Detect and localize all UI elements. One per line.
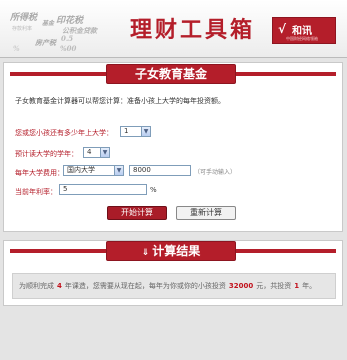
study-years-value: 4 [87, 148, 92, 156]
result-box: 为顺利完成 4 年课造，您需要从现在起，每年为你或你的小孩投资 32000 元，共投资 1… [12, 273, 336, 299]
watermark-text: 存款利率 [12, 26, 33, 32]
annual-cost-label: 每年大学费用： [15, 169, 64, 177]
interest-rate-label: 当前年利率： [15, 188, 57, 196]
logo-mark-icon: √ [278, 22, 287, 36]
years-to-college-label: 您或您小孩还有多少年上大学： [15, 129, 113, 137]
university-type-value: 国内大学 [67, 166, 95, 174]
calculator-panel: 子女教育基金 子女教育基金计算器可以帮您计算：准备小孩上大学的每年投资额。 您或… [3, 62, 343, 232]
calculator-tab: 子女教育基金 [106, 64, 236, 84]
result-text: 年课造，您需要从现在起，每年为你或你的小孩投资 [64, 282, 226, 290]
percent-unit: % [150, 186, 157, 194]
watermark-text: 基金 [42, 20, 55, 27]
reset-calculation-button[interactable]: 重新计算 [176, 206, 236, 220]
hexun-logo[interactable]: √ 和讯 中国财经网络领袖 [272, 17, 336, 44]
result-years: 4 [57, 282, 62, 290]
result-text: 元，共投资 [256, 282, 292, 290]
result-panel: ⇓ 计算结果 为顺利完成 4 年课造，您需要从现在起，每年为你或你的小孩投资 32000… [3, 240, 343, 306]
study-years-label: 预计读大学的学年： [15, 150, 78, 158]
years-to-college-select[interactable]: 1 ▼ [120, 126, 151, 137]
logo-name: 和讯 [292, 26, 312, 37]
result-text: 为顺利完成 [19, 282, 54, 290]
chevron-down-icon: ▼ [100, 148, 109, 157]
manual-input-hint: （可手动输入） [194, 169, 237, 176]
interest-rate-input[interactable]: 5 [59, 184, 147, 195]
result-tab: ⇓ 计算结果 [106, 241, 236, 261]
chevron-down-icon: ▼ [114, 166, 123, 175]
watermark-text: 印花税 [56, 16, 84, 26]
result-amount: 32000 [228, 282, 254, 290]
start-calculation-button[interactable]: 开始计算 [107, 206, 167, 220]
double-chevron-down-icon: ⇓ [141, 248, 150, 258]
watermark-text: 所得税 [10, 13, 38, 23]
watermark-text: % [13, 44, 20, 53]
watermark-text: 房产税 [35, 38, 56, 47]
watermark-text: 0.5 [61, 34, 74, 43]
result-text: 年。 [302, 282, 317, 290]
annual-cost-input[interactable]: 8000 [129, 165, 191, 176]
study-years-select[interactable]: 4 ▼ [83, 147, 110, 158]
calculator-intro: 子女教育基金计算器可以帮您计算：准备小孩上大学的每年投资额。 [15, 97, 225, 105]
header-banner: 所得税 存款利率 基金 印花税 公积金贷款 房产税 0.5 %00 % 理财工具… [0, 0, 347, 58]
result-tab-label: 计算结果 [152, 244, 201, 258]
logo-slogan: 中国财经网络领袖 [286, 36, 318, 41]
chevron-down-icon: ▼ [141, 127, 150, 136]
page-title: 理财工具箱 [130, 18, 256, 43]
years-to-college-value: 1 [124, 127, 129, 135]
watermark-text: %00 [60, 44, 77, 53]
university-type-select[interactable]: 国内大学 ▼ [63, 165, 124, 176]
result-count: 1 [294, 282, 300, 290]
